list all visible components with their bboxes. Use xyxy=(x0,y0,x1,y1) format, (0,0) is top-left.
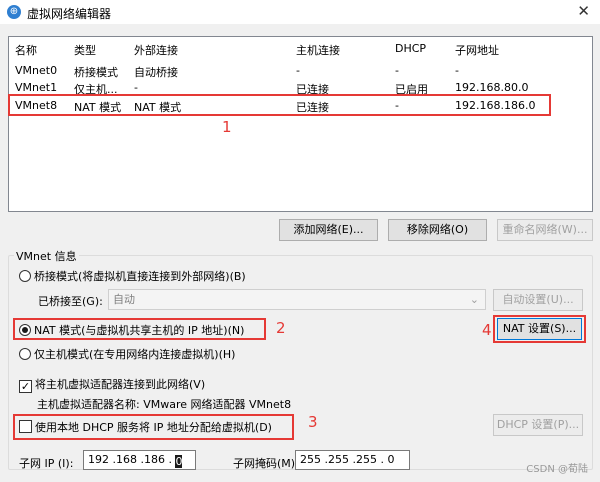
cell-external: NAT 模式 xyxy=(134,101,182,114)
cell-dhcp: - xyxy=(395,64,399,77)
bridged-to-value: 自动 xyxy=(113,293,135,306)
use-dhcp-checkbox[interactable]: 使用本地 DHCP 服务将 IP 地址分配给虚拟机(D) xyxy=(19,419,272,435)
chevron-down-icon: ⌄ xyxy=(469,293,479,306)
subnet-ip-input[interactable]: 192 .168 .186 . 0 xyxy=(83,450,196,470)
cell-type: 桥接模式 xyxy=(74,66,118,79)
cell-host: - xyxy=(296,64,300,77)
radio-icon xyxy=(19,270,31,282)
list-header: 名称 类型 外部连接 主机连接 DHCP 子网地址 xyxy=(9,37,592,58)
checkmark-icon: ✓ xyxy=(19,380,32,393)
column-header-dhcp[interactable]: DHCP xyxy=(395,42,455,55)
column-header-host[interactable]: 主机连接 xyxy=(296,42,396,58)
network-globe-icon: ⊕ xyxy=(7,5,21,19)
cell-dhcp: 已启用 xyxy=(395,83,428,96)
column-header-external[interactable]: 外部连接 xyxy=(134,42,294,58)
host-only-option[interactable]: 仅主机模式(在专用网络内连接虚拟机)(H) xyxy=(19,346,235,362)
cell-host: 已连接 xyxy=(296,83,329,96)
watermark: CSDN @荀陆 xyxy=(526,464,588,475)
close-icon[interactable]: ✕ xyxy=(577,2,590,20)
connect-adapter-checkbox[interactable]: ✓ 将主机虚拟适配器连接到此网络(V) xyxy=(19,376,205,393)
use-dhcp-label: 使用本地 DHCP 服务将 IP 地址分配给虚拟机(D) xyxy=(35,421,272,434)
annotation-label-2: 2 xyxy=(276,319,286,337)
subnet-mask-label: 子网掩码(M): xyxy=(233,457,299,470)
subnet-mask-input[interactable]: 255 .255 .255 . 0 xyxy=(295,450,410,470)
cell-type: 仅主机... xyxy=(74,83,118,96)
annotation-label-4: 4 xyxy=(482,321,492,339)
radio-selected-icon xyxy=(19,324,31,336)
host-only-label: 仅主机模式(在专用网络内连接虚拟机)(H) xyxy=(34,348,236,361)
cell-subnet: 192.168.186.0 xyxy=(455,99,536,112)
cell-name: VMnet1 xyxy=(15,81,58,94)
table-row[interactable]: VMnet1 仅主机... - 已连接 已启用 192.168.80.0 xyxy=(9,79,592,96)
nat-mode-option[interactable]: NAT 模式(与虚拟机共享主机的 IP 地址)(N) xyxy=(19,322,244,338)
remove-network-button[interactable]: 移除网络(O) xyxy=(388,219,487,241)
title-bar: ⊕ 虚拟网络编辑器 ✕ xyxy=(0,0,600,24)
bridged-to-select[interactable]: 自动 ⌄ xyxy=(108,289,486,310)
bridge-mode-option[interactable]: 桥接模式(将虚拟机直接连接到外部网络)(B) xyxy=(19,268,246,284)
column-header-subnet[interactable]: 子网地址 xyxy=(455,42,585,58)
subnet-ip-value: 192 .168 .186 . xyxy=(88,453,176,466)
radio-icon xyxy=(19,348,31,360)
bridge-mode-label: 桥接模式(将虚拟机直接连接到外部网络)(B) xyxy=(34,270,246,283)
auto-settings-button[interactable]: 自动设置(U)... xyxy=(493,289,583,311)
cell-dhcp: - xyxy=(395,99,399,112)
bridged-to-label: 已桥接至(G): xyxy=(38,295,103,308)
network-list[interactable]: 名称 类型 外部连接 主机连接 DHCP 子网地址 VMnet0 桥接模式 自动… xyxy=(8,36,593,212)
table-row[interactable]: VMnet0 桥接模式 自动桥接 - - - xyxy=(9,62,592,79)
column-header-type[interactable]: 类型 xyxy=(74,42,134,58)
checkbox-icon xyxy=(19,420,32,433)
subnet-ip-last-octet: 0 xyxy=(175,455,183,468)
adapter-name-text: 主机虚拟适配器名称: VMware 网络适配器 VMnet8 xyxy=(37,398,292,411)
nat-mode-label: NAT 模式(与虚拟机共享主机的 IP 地址)(N) xyxy=(34,324,245,337)
add-network-button[interactable]: 添加网络(E)... xyxy=(279,219,378,241)
cell-type: NAT 模式 xyxy=(74,101,122,114)
window-title: 虚拟网络编辑器 xyxy=(27,7,112,21)
column-header-name[interactable]: 名称 xyxy=(15,42,75,58)
table-row[interactable]: VMnet8 NAT 模式 NAT 模式 已连接 - 192.168.186.0 xyxy=(9,97,592,114)
cell-subnet: 192.168.80.0 xyxy=(455,81,529,94)
annotation-label-3: 3 xyxy=(308,413,318,431)
connect-adapter-label: 将主机虚拟适配器连接到此网络(V) xyxy=(35,378,206,391)
annotation-label-1: 1 xyxy=(222,118,232,136)
vmnet-info-title: VMnet 信息 xyxy=(14,248,79,264)
vmnet-info-group xyxy=(8,255,593,470)
cell-host: 已连接 xyxy=(296,101,329,114)
cell-subnet: - xyxy=(455,64,459,77)
nat-settings-button[interactable]: NAT 设置(S)... xyxy=(497,318,582,340)
dhcp-settings-button[interactable]: DHCP 设置(P)... xyxy=(493,414,583,436)
cell-name: VMnet8 xyxy=(15,99,58,112)
subnet-mask-value: 255 .255 .255 . 0 xyxy=(300,453,395,466)
cell-name: VMnet0 xyxy=(15,64,58,77)
cell-external: - xyxy=(134,81,138,94)
cell-external: 自动桥接 xyxy=(134,66,178,79)
subnet-ip-label: 子网 IP (I): xyxy=(19,457,74,470)
rename-network-button[interactable]: 重命名网络(W)... xyxy=(497,219,593,241)
